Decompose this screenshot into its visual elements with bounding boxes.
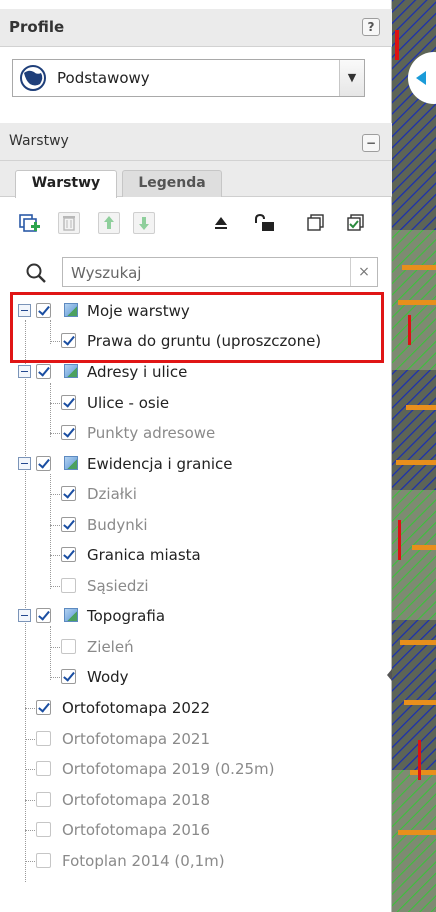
map-nav-button[interactable]	[406, 50, 436, 106]
layer-checkbox[interactable]	[61, 547, 76, 562]
layer-checkbox[interactable]	[61, 333, 76, 348]
tree-line	[25, 739, 35, 740]
layer-label[interactable]: Budynki	[87, 513, 148, 537]
layer-checkbox[interactable]	[36, 761, 51, 776]
tree-item-row: Ulice - osie	[0, 391, 392, 415]
layer-checkbox[interactable]	[36, 792, 51, 807]
tree-line	[50, 647, 60, 648]
layer-checkbox[interactable]	[36, 822, 51, 837]
tree-item-row: Ortofotomapa 2022	[0, 696, 392, 720]
layers-sidebar: Profile ? Podstawowy ▼ Warstwy − Warstwy…	[0, 0, 392, 912]
layer-label[interactable]: Moje warstwy	[87, 299, 190, 323]
map-imagery	[392, 0, 436, 912]
layer-group-icon	[64, 456, 78, 470]
tree-line	[25, 708, 35, 709]
layer-label[interactable]: Topografia	[87, 604, 165, 628]
tree-group-row: Ewidencja i granice	[0, 452, 392, 476]
tree-line	[50, 403, 60, 404]
tree-line	[25, 830, 35, 831]
layer-checkbox[interactable]	[36, 731, 51, 746]
layer-checkbox[interactable]	[36, 853, 51, 868]
layer-label[interactable]: Ewidencja i granice	[87, 452, 233, 476]
layer-label[interactable]: Punkty adresowe	[87, 421, 215, 445]
collapse-icon[interactable]	[18, 365, 31, 378]
tree-line	[50, 586, 60, 587]
layer-label[interactable]: Ortofotomapa 2019 (0.25m)	[62, 757, 275, 781]
layer-group-icon	[64, 303, 78, 317]
layer-label[interactable]: Fotoplan 2014 (0,1m)	[62, 849, 225, 873]
layer-checkbox[interactable]	[61, 517, 76, 532]
collapse-icon[interactable]	[18, 609, 31, 622]
tree-line	[50, 494, 60, 495]
tree-group-row: Adresy i ulice	[0, 360, 392, 384]
tree-item-row: Ortofotomapa 2016	[0, 818, 392, 842]
map-view[interactable]	[392, 0, 436, 912]
layer-label[interactable]: Ulice - osie	[87, 391, 169, 415]
tree-item-row: Sąsiedzi	[0, 574, 392, 598]
tree-item-row: Ortofotomapa 2021	[0, 727, 392, 751]
layer-checkbox[interactable]	[61, 639, 76, 654]
layer-label[interactable]: Zieleń	[87, 635, 134, 659]
layer-label[interactable]: Wody	[87, 665, 129, 689]
layer-label[interactable]: Adresy i ulice	[87, 360, 187, 384]
tree-item-row: Zieleń	[0, 635, 392, 659]
layer-checkbox[interactable]	[36, 456, 51, 471]
layer-checkbox[interactable]	[61, 669, 76, 684]
layer-checkbox[interactable]	[36, 303, 51, 318]
layer-tree: Moje warstwy Prawa do gruntu (uproszczon…	[0, 0, 392, 912]
layer-label[interactable]: Działki	[87, 482, 137, 506]
tree-item-row: Ortofotomapa 2018	[0, 788, 392, 812]
tree-item-row: Punkty adresowe	[0, 421, 392, 445]
layer-checkbox[interactable]	[61, 486, 76, 501]
layer-checkbox[interactable]	[36, 364, 51, 379]
layer-checkbox[interactable]	[36, 700, 51, 715]
collapse-icon[interactable]	[18, 457, 31, 470]
layer-checkbox[interactable]	[61, 425, 76, 440]
tree-item-row: Ortofotomapa 2019 (0.25m)	[0, 757, 392, 781]
tree-item-row: Budynki	[0, 513, 392, 537]
tree-line	[25, 800, 35, 801]
tree-line	[50, 433, 60, 434]
layer-group-icon	[64, 364, 78, 378]
tree-line	[50, 525, 60, 526]
tree-item-row: Prawa do gruntu (uproszczone)	[0, 329, 392, 353]
tree-item-row: Działki	[0, 482, 392, 506]
tree-group-row: Moje warstwy	[0, 299, 392, 323]
tree-item-row: Granica miasta	[0, 543, 392, 567]
tree-line	[25, 769, 35, 770]
layer-label[interactable]: Prawa do gruntu (uproszczone)	[87, 329, 321, 353]
layer-label[interactable]: Sąsiedzi	[87, 574, 149, 598]
tree-line	[50, 555, 60, 556]
layer-label[interactable]: Ortofotomapa 2022	[62, 696, 210, 720]
layer-checkbox[interactable]	[36, 608, 51, 623]
layer-label[interactable]: Ortofotomapa 2021	[62, 727, 210, 751]
tree-line	[25, 861, 35, 862]
tree-item-row: Fotoplan 2014 (0,1m)	[0, 849, 392, 873]
tree-item-row: Wody	[0, 665, 392, 689]
layer-label[interactable]: Granica miasta	[87, 543, 201, 567]
layer-group-icon	[64, 608, 78, 622]
tree-line	[50, 677, 60, 678]
collapse-icon[interactable]	[18, 304, 31, 317]
tree-line	[50, 341, 60, 342]
layer-checkbox[interactable]	[61, 395, 76, 410]
tree-group-row: Topografia	[0, 604, 392, 628]
layer-checkbox[interactable]	[61, 578, 76, 593]
layer-label[interactable]: Ortofotomapa 2016	[62, 818, 210, 842]
layer-label[interactable]: Ortofotomapa 2018	[62, 788, 210, 812]
